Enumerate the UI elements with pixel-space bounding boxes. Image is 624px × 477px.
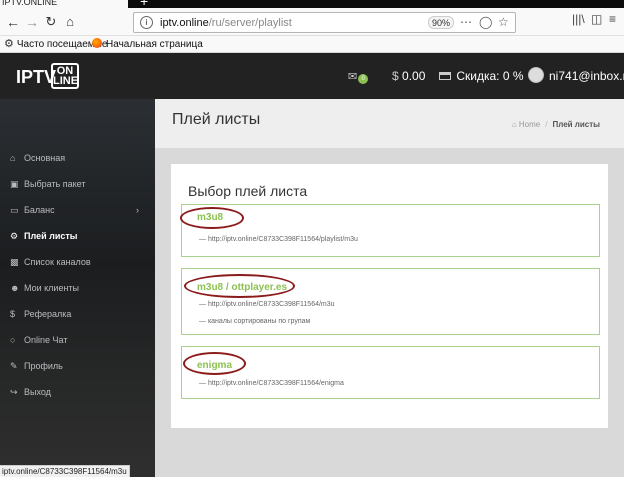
logo-box-bottom: LINE xyxy=(53,75,79,87)
zoom-indicator[interactable]: 90% xyxy=(428,16,454,29)
url-text[interactable]: iptv.online/ru/server/playlist xyxy=(160,17,292,29)
dollar-icon: $ xyxy=(392,69,399,83)
sidebar-item-label: Профиль xyxy=(24,361,63,371)
sidebar-item-profile[interactable]: ✎ Профиль xyxy=(0,353,155,379)
discount-value: Скидка: 0 % xyxy=(456,69,524,83)
sidebar-item-label: Баланс xyxy=(24,205,55,215)
balance-value: 0.00 xyxy=(402,69,426,83)
playlist-item-ottplayer[interactable]: m3u8 / ottplayer.es — http://iptv.online… xyxy=(181,268,600,335)
firefox-icon xyxy=(92,38,102,48)
tv-icon: ▩ xyxy=(10,257,19,267)
sidebar-item-label: Список каналов xyxy=(24,257,91,267)
new-tab-button[interactable]: + xyxy=(140,0,148,8)
sidebar-item-label: Основная xyxy=(24,153,66,163)
card-title: Выбор плей листа xyxy=(188,183,308,199)
balance-display[interactable]: $ 0.00 xyxy=(392,68,425,84)
chat-icon: ○ xyxy=(10,335,16,345)
annotation-oval xyxy=(184,274,295,298)
breadcrumb-home[interactable]: ⌂ Home xyxy=(512,120,540,129)
sidebar-item-playlists[interactable]: ⚙ Плей листы xyxy=(0,223,155,249)
browser-tab[interactable]: IPTV.ONLINE xyxy=(0,0,128,8)
library-icon[interactable]: |||\ xyxy=(572,12,585,26)
url-bar[interactable]: i iptv.online/ru/server/playlist 90% ⋯ ◯… xyxy=(133,12,516,33)
annotation-oval xyxy=(180,207,244,229)
annotation-oval xyxy=(183,352,246,375)
reload-icon[interactable]: ↻ xyxy=(42,13,60,31)
card-icon: ▭ xyxy=(10,205,19,215)
sidebar-item-label: Выбрать пакет xyxy=(24,179,86,189)
breadcrumb-current: Плей листы xyxy=(552,120,600,129)
sidebar-item-home[interactable]: ⌂ Основная xyxy=(0,145,155,171)
sidebar-item-label: Online Чат xyxy=(24,335,68,345)
home-icon[interactable]: ⌂ xyxy=(61,13,79,31)
forward-icon[interactable]: → xyxy=(23,13,41,31)
gear-icon: ⚙ xyxy=(4,38,14,50)
playlist-url[interactable]: — http://iptv.online/C8733C398F11564/eni… xyxy=(199,380,344,387)
bookmark-start-page[interactable]: Начальная страница xyxy=(92,38,203,51)
avatar[interactable] xyxy=(528,67,544,83)
status-bar: iptv.online/C8733C398F11564/m3u xyxy=(0,465,130,477)
dollar-icon: $ xyxy=(10,309,16,319)
sidebar-item-referral[interactable]: $ Рефералка xyxy=(0,301,155,327)
playlist-item-enigma[interactable]: enigma — http://iptv.online/C8733C398F11… xyxy=(181,346,600,399)
discount-display[interactable]: Скидка: 0 % xyxy=(439,68,524,84)
site-info-icon[interactable]: i xyxy=(140,16,153,29)
sidebar-item-choose-package[interactable]: ▣ Выбрать пакет xyxy=(0,171,155,197)
messages-button[interactable]: ✉ 0 xyxy=(348,68,369,85)
chevron-right-icon: › xyxy=(136,205,139,215)
edit-icon: ✎ xyxy=(10,361,18,371)
bookmarks-bar: ⚙ Часто посещаемые Начальная страница xyxy=(0,36,624,53)
breadcrumb: ⌂ Home / Плей листы xyxy=(512,120,600,129)
bookmark-label: Начальная страница xyxy=(106,39,203,50)
site-header: IPTV ON LINE ✉ 0 $ 0.00 Скидка: 0 % ni741… xyxy=(0,53,624,99)
sidebar-item-my-clients[interactable]: ☻ Мои клиенты xyxy=(0,275,155,301)
breadcrumb-separator: / xyxy=(545,120,548,129)
user-email[interactable]: ni741@inbox.ru xyxy=(549,68,624,84)
sidebar-item-balance[interactable]: ▭ Баланс › xyxy=(0,197,155,223)
sidebar-item-label: Рефералка xyxy=(24,309,72,319)
sidebar-toggle-icon[interactable]: ◫ xyxy=(591,12,602,26)
url-path: /ru/server/playlist xyxy=(208,17,292,29)
page-title: Плей листы xyxy=(172,111,261,128)
logo-box: ON LINE xyxy=(51,63,79,89)
home-icon: ⌂ xyxy=(511,120,517,129)
browser-navbar: ← → ↻ ⌂ i iptv.online/ru/server/playlist… xyxy=(0,8,624,36)
sidebar-item-label: Плей листы xyxy=(24,231,78,241)
page-header: Плей листы ⌂ Home / Плей листы xyxy=(155,99,624,148)
mail-count-badge: 0 xyxy=(358,74,369,84)
sidebar: ⌂ Основная ▣ Выбрать пакет ▭ Баланс › ⚙ Плей … xyxy=(0,99,155,465)
playlist-url[interactable]: — http://iptv.online/C8733C398F11564/pla… xyxy=(199,236,358,243)
sidebar-item-label: Выход xyxy=(24,387,51,397)
page-bottom xyxy=(130,465,624,477)
playlist-item-m3u8[interactable]: m3u8 — http://iptv.online/C8733C398F1156… xyxy=(180,204,600,257)
menu-icon[interactable]: ≡ xyxy=(609,12,616,26)
bookmark-star-icon[interactable]: ☆ xyxy=(498,15,509,30)
back-icon[interactable]: ← xyxy=(4,13,22,31)
sidebar-item-logout[interactable]: ↪ Выход xyxy=(0,379,155,405)
logo-text: IPTV xyxy=(16,67,57,87)
page-actions-icon[interactable]: ⋯ xyxy=(460,15,472,30)
home-icon: ⌂ xyxy=(10,153,16,163)
main-content: Плей листы ⌂ Home / Плей листы Выбор плей … xyxy=(155,99,624,465)
gear-icon: ⚙ xyxy=(10,231,19,241)
pocket-icon[interactable]: ◯ xyxy=(479,15,492,30)
url-host: iptv.online xyxy=(160,17,209,29)
breadcrumb-home-label: Home xyxy=(518,120,541,129)
card-icon xyxy=(439,72,451,80)
sidebar-item-online-chat[interactable]: ○ Online Чат xyxy=(0,327,155,353)
playlist-card: Выбор плей листа m3u8 — http://iptv.onli… xyxy=(171,164,608,428)
logout-icon: ↪ xyxy=(10,387,18,397)
envelope-icon: ✉ xyxy=(348,71,358,83)
sidebar-item-channel-list[interactable]: ▩ Список каналов xyxy=(0,249,155,275)
users-icon: ☻ xyxy=(10,283,20,293)
cart-icon: ▣ xyxy=(10,179,19,189)
playlist-note: — каналы сортированы по групам xyxy=(199,318,311,325)
browser-tab-bar: IPTV.ONLINE + xyxy=(0,0,624,8)
sidebar-item-label: Мои клиенты xyxy=(24,283,80,293)
sidebar-bottom xyxy=(130,465,155,477)
playlist-url[interactable]: — http://iptv.online/C8733C398F11564/m3u xyxy=(199,301,335,308)
